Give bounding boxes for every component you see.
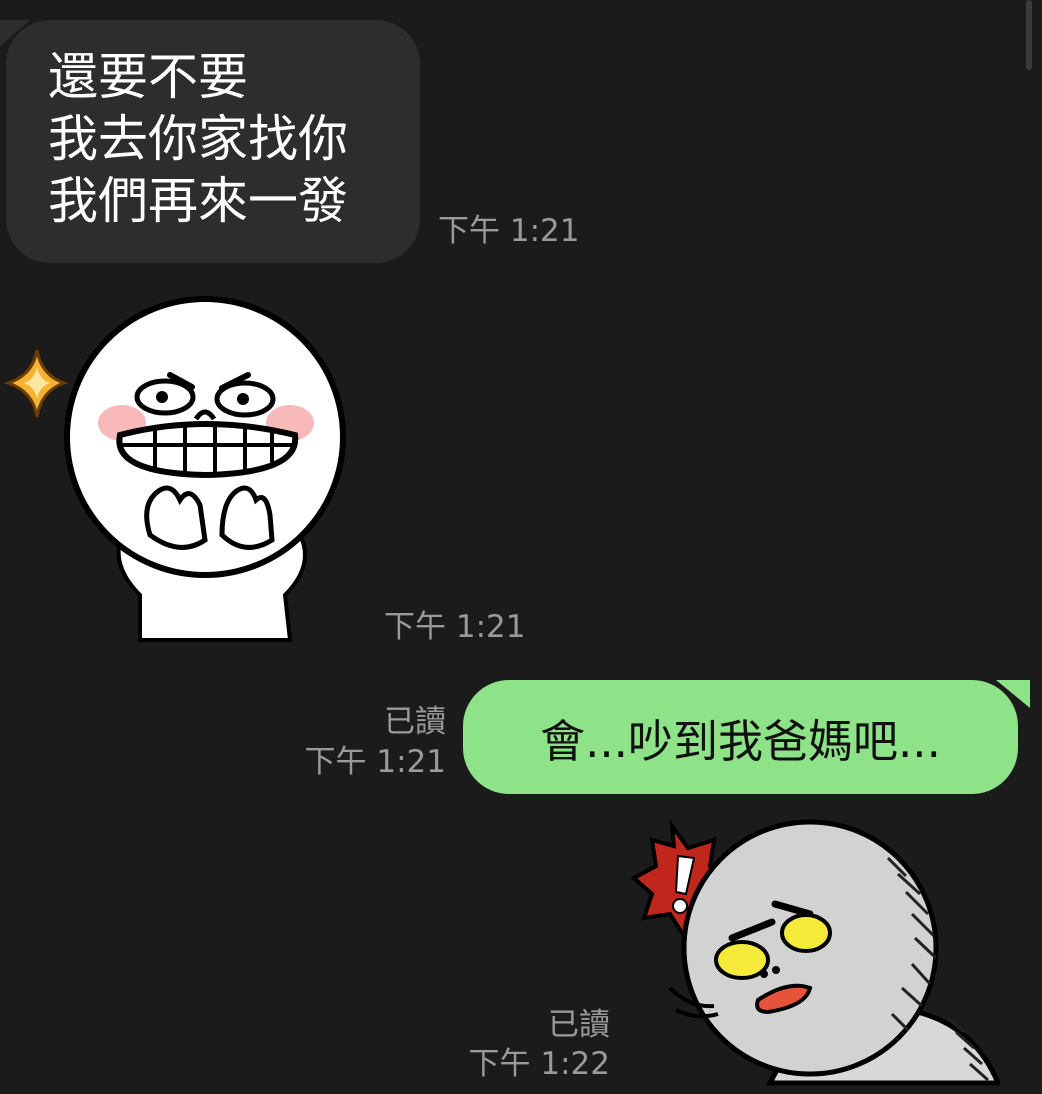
message-text-line: 我們再來一發 [48,172,348,230]
read-receipt: 已讀 [548,1007,610,1043]
scrollbar[interactable] [1026,0,1032,70]
sparkle-icon [3,349,69,418]
message-text: 會...吵到我爸媽吧... [540,714,941,768]
sticker-timestamp: 下午 1:22 [468,1046,610,1082]
message-text-line: 我去你家找你 [48,110,348,168]
bubble-tail [996,680,1030,708]
read-receipt: 已讀 [384,704,446,740]
message-timestamp: 下午 1:21 [438,213,580,249]
bubble-tail [0,20,30,46]
message-text-line: 還要不要 [48,48,248,106]
chat-view: 還要不要 我去你家找你 我們再來一發 下午 1:21 下午 1:21 已讀 下午… [0,0,1042,1094]
sticker-timestamp: 下午 1:21 [384,609,526,645]
grinning-moon-character-sticker[interactable] [0,295,360,645]
incoming-message-bubble[interactable]: 還要不要 我去你家找你 我們再來一發 [0,20,420,263]
message-timestamp: 下午 1:21 [304,744,446,780]
outgoing-message-bubble[interactable]: 會...吵到我爸媽吧... [463,680,1030,794]
annoyed-moon-exclamation-sticker[interactable] [630,818,1000,1088]
